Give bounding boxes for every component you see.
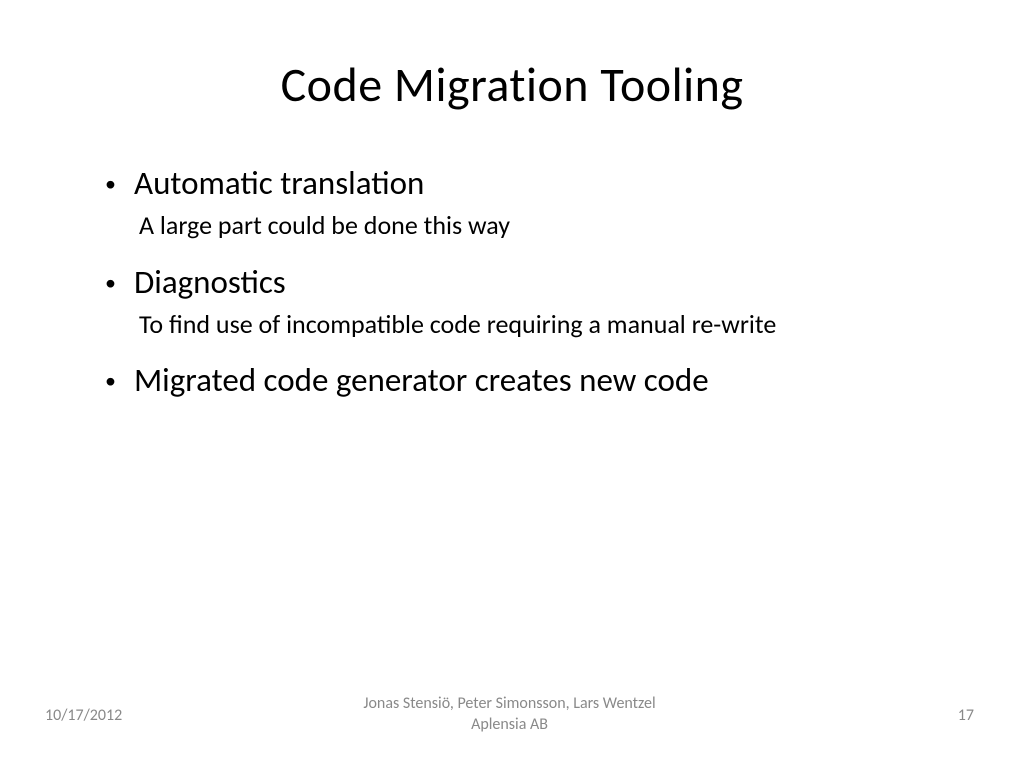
bullet-sub-text: A large part could be done this way — [105, 209, 929, 243]
slide-footer: 10/17/2012 Jonas Stensiö, Peter Simonsso… — [0, 694, 1024, 736]
footer-date: 10/17/2012 — [45, 706, 245, 725]
footer-page-number: 17 — [774, 706, 974, 725]
bullet-marker-icon: • — [105, 367, 116, 396]
bullet-item: • Diagnostics To find use of incompatibl… — [105, 261, 929, 342]
slide-content: • Automatic translation A large part cou… — [95, 162, 929, 402]
bullet-main: • Automatic translation — [105, 162, 929, 205]
slide-title: Code Migration Tooling — [95, 55, 929, 114]
footer-authors: Jonas Stensiö, Peter Simonsson, Lars Wen… — [245, 694, 774, 736]
bullet-marker-icon: • — [105, 269, 116, 298]
bullet-item: • Migrated code generator creates new co… — [105, 359, 929, 402]
bullet-marker-icon: • — [105, 170, 116, 199]
bullet-sub-text: To find use of incompatible code requiri… — [105, 308, 929, 342]
bullet-text: Automatic translation — [134, 162, 424, 205]
slide: Code Migration Tooling • Automatic trans… — [0, 0, 1024, 768]
bullet-text: Diagnostics — [134, 261, 286, 304]
bullet-main: • Migrated code generator creates new co… — [105, 359, 929, 402]
bullet-main: • Diagnostics — [105, 261, 929, 304]
bullet-text: Migrated code generator creates new code — [134, 359, 709, 402]
bullet-item: • Automatic translation A large part cou… — [105, 162, 929, 243]
